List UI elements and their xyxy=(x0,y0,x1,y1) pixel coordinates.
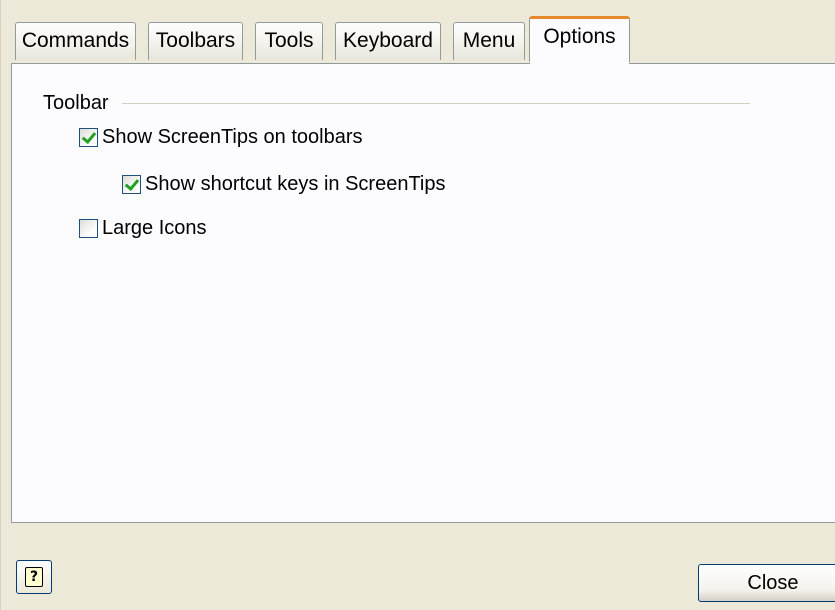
large-icons-option[interactable]: Large Icons xyxy=(79,215,207,241)
customize-dialog: Commands Toolbars Tools Keyboard Menu Op… xyxy=(0,0,835,610)
tab-menu[interactable]: Menu xyxy=(453,22,525,60)
show-shortcut-keys-option[interactable]: Show shortcut keys in ScreenTips xyxy=(122,171,446,197)
show-shortcut-keys-label: Show shortcut keys in ScreenTips xyxy=(145,172,446,195)
tab-tools[interactable]: Tools xyxy=(255,22,323,60)
help-icon: ? xyxy=(25,567,43,587)
show-screentips-label: Show ScreenTips on toolbars xyxy=(102,125,363,148)
tab-keyboard[interactable]: Keyboard xyxy=(335,22,441,60)
help-button[interactable]: ? xyxy=(16,560,52,594)
show-shortcut-keys-checkbox[interactable] xyxy=(122,174,141,194)
tab-toolbars[interactable]: Toolbars xyxy=(148,22,243,60)
tab-options[interactable]: Options xyxy=(529,16,630,64)
show-screentips-option[interactable]: Show ScreenTips on toolbars xyxy=(79,124,363,150)
close-button[interactable]: Close xyxy=(698,564,835,602)
large-icons-checkbox[interactable] xyxy=(79,218,98,238)
tab-commands[interactable]: Commands xyxy=(15,22,136,60)
options-page: Toolbar Show ScreenTips on toolbars Show… xyxy=(11,63,835,523)
show-screentips-checkbox[interactable] xyxy=(79,127,98,147)
group-divider xyxy=(122,103,750,104)
toolbar-group-title: Toolbar xyxy=(43,92,114,115)
large-icons-label: Large Icons xyxy=(102,216,207,239)
